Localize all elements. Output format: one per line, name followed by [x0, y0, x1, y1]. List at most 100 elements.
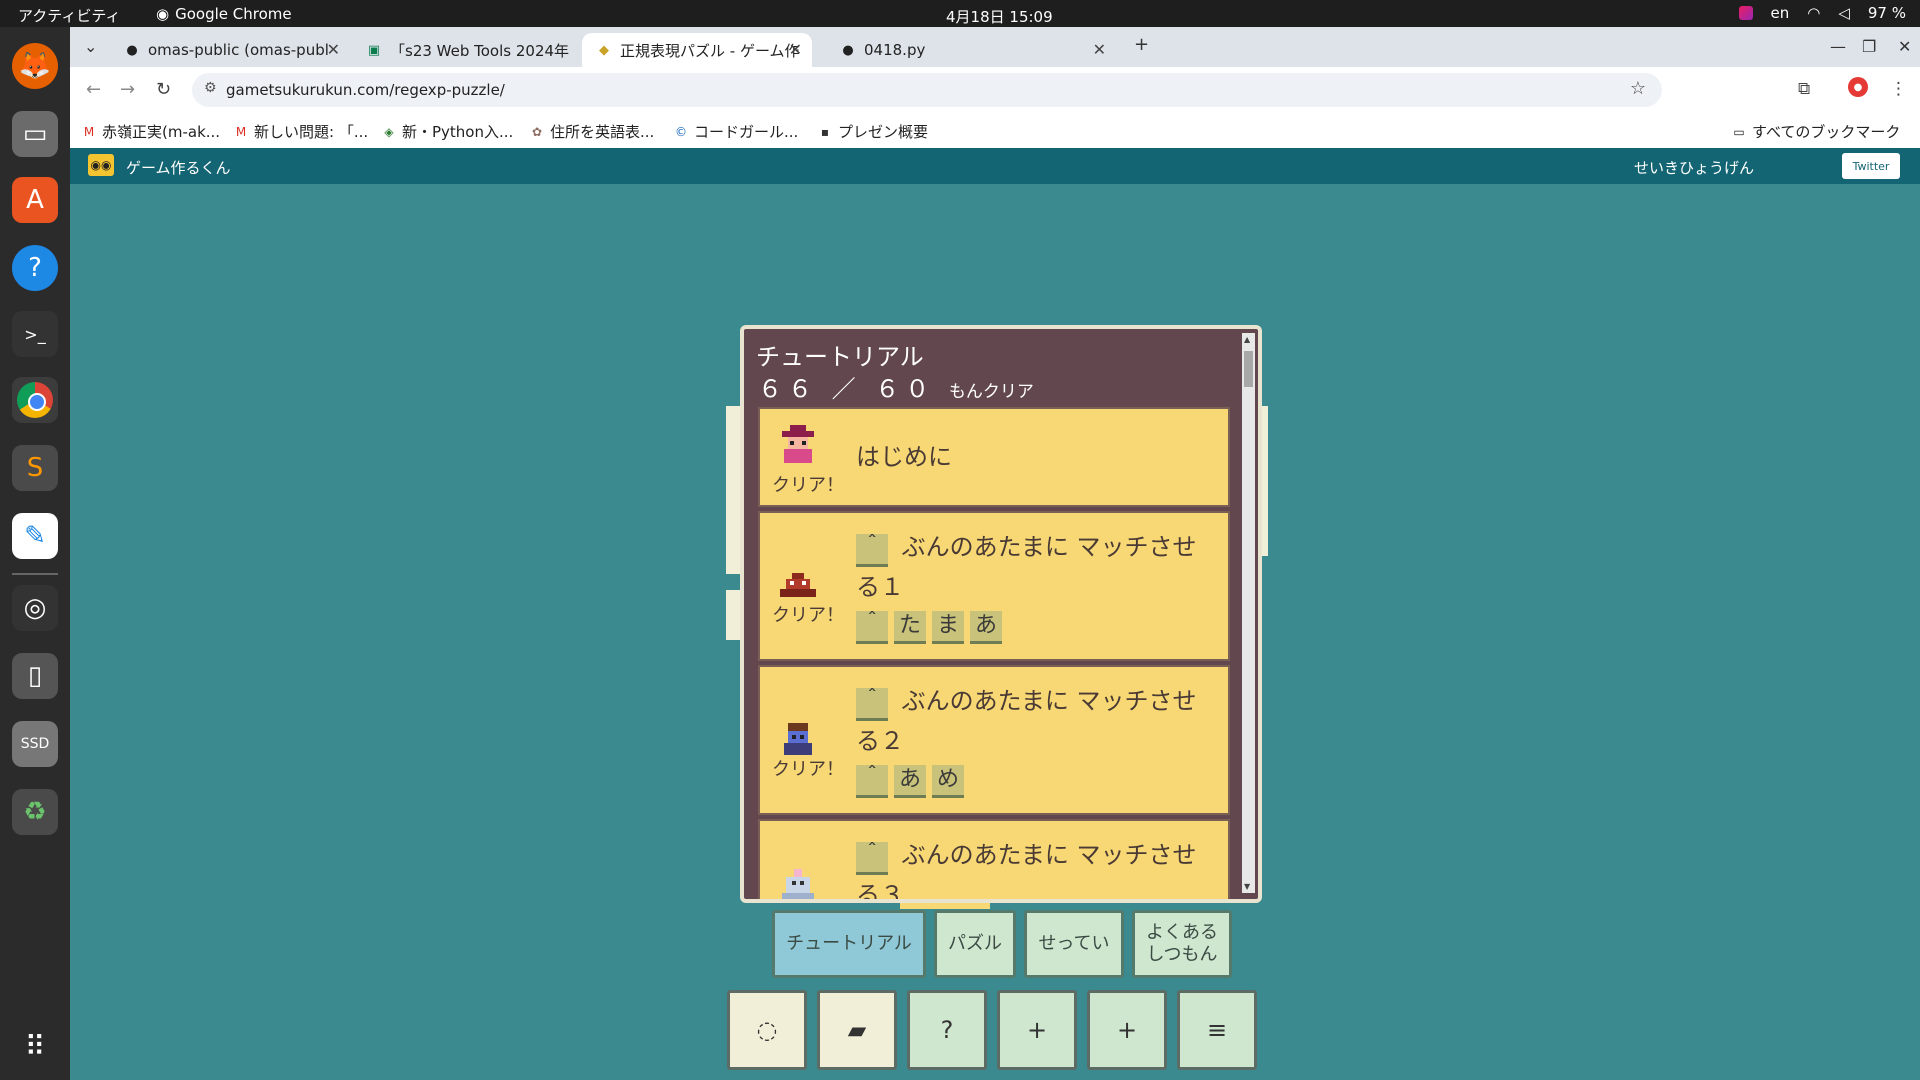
token: ＾ — [856, 842, 888, 875]
tutorial-button[interactable]: チュートリアル — [772, 910, 926, 978]
dock-separator — [12, 573, 58, 575]
tab-regexp-puzzle[interactable]: ◆ 正規表現パズル - ゲーム作 ✕ — [582, 33, 812, 67]
hint-button[interactable]: ? — [907, 990, 987, 1070]
scroll-thumb[interactable] — [1244, 351, 1253, 387]
restore-button[interactable]: ❐ — [1862, 37, 1876, 56]
firefox-icon[interactable]: 🦊 — [12, 43, 58, 89]
site-header: ◉◉ ゲーム作るくん せいきひょうげん Twitter — [70, 148, 1920, 184]
ssd-icon[interactable]: SSD — [12, 721, 58, 767]
battery-label: 97 % — [1867, 4, 1906, 22]
tutorial-dialog: チュートリアル ６６ ／ ６０ もんクリア クリア！ はじめに クリア！ ＾ ぶ… — [740, 325, 1262, 903]
scroll-down-icon[interactable]: ▼ — [1244, 882, 1250, 891]
new-tab-button[interactable]: + — [1134, 34, 1149, 55]
plus-icon: + — [1116, 1016, 1138, 1044]
back-button[interactable]: ← — [86, 79, 101, 100]
trash-icon[interactable]: ♻ — [12, 789, 58, 835]
puzzle-button[interactable]: パズル — [934, 910, 1016, 978]
token: あ — [894, 765, 926, 798]
tab-0418-py[interactable]: ● 0418.py ✕ — [826, 33, 1116, 67]
github-icon: ● — [126, 42, 138, 58]
faq-button[interactable]: よくある しつもん — [1132, 910, 1232, 978]
drive-icon[interactable]: ▯ — [12, 653, 58, 699]
game-frame-right — [1262, 406, 1268, 556]
app-name: Google Chrome — [175, 5, 292, 23]
activities-button[interactable]: アクティビティ — [18, 5, 120, 26]
hamburger-icon: ≡ — [1206, 1016, 1228, 1044]
clear-count-value: ６６ ／ ６０ — [758, 375, 936, 403]
settings-button[interactable]: せってい — [1024, 910, 1124, 978]
clock[interactable]: 4月18日 15:09 — [946, 6, 1053, 27]
app-grid-icon[interactable]: ⠿ — [12, 1023, 58, 1069]
bookmark-label: 住所を英語表... — [550, 123, 655, 141]
bookmarks-bar: M 赤嶺正実(m-ak... M 新しい問題: 「... ◈ 新・Python入...… — [70, 113, 1920, 148]
all-bookmarks[interactable]: ▭ すべてのブックマーク — [1732, 121, 1900, 142]
menu-icon[interactable]: ⋮ — [1890, 79, 1907, 99]
close-icon[interactable]: ✕ — [1093, 40, 1106, 59]
minimize-button[interactable]: — — [1830, 37, 1846, 56]
add-button-2[interactable]: + — [1087, 990, 1167, 1070]
text-editor-icon[interactable]: ✎ — [12, 513, 58, 559]
bookmark-label: 新しい問題: 「... — [254, 123, 369, 141]
bookmark-label: 新・Python入... — [402, 123, 514, 141]
indicator-icon — [1738, 6, 1753, 20]
token-row: ＾ あめ — [856, 765, 970, 798]
bookmark-5[interactable]: © コードガール... — [674, 121, 798, 142]
extensions-icon[interactable]: ⧉ — [1798, 79, 1810, 99]
all-bookmarks-label: すべてのブックマーク — [1752, 123, 1901, 141]
site-logo[interactable]: ◉◉ — [88, 154, 114, 176]
tab-omas-public[interactable]: ● omas-public (omas-publ ✕ — [110, 33, 350, 67]
token: た — [894, 611, 926, 644]
token: め — [932, 765, 964, 798]
language-indicator[interactable]: en — [1771, 4, 1790, 22]
add-button-1[interactable]: + — [997, 990, 1077, 1070]
regex-link[interactable]: せいきひょうげん — [1634, 157, 1754, 178]
github-icon: ● — [842, 42, 854, 58]
hamburger-button[interactable]: ≡ — [1177, 990, 1257, 1070]
bookmark-6[interactable]: ▪ プレゼン概要 — [818, 121, 928, 142]
game-frame-bottom — [900, 903, 990, 909]
chrome-icon[interactable] — [12, 377, 58, 423]
site-info-icon[interactable]: ⚙ — [204, 80, 217, 96]
bookmark-1[interactable]: M 赤嶺正実(m-ak... — [82, 121, 220, 142]
scroll-up-icon[interactable]: ▲ — [1244, 335, 1250, 344]
profile-avatar[interactable]: ● — [1848, 77, 1868, 97]
screenshot-icon[interactable]: ◎ — [12, 585, 58, 631]
help-icon[interactable]: ? — [12, 245, 58, 291]
folder-icon: ▭ — [1733, 124, 1745, 139]
site-name[interactable]: ゲーム作るくん — [126, 157, 231, 178]
tab-search-icon[interactable]: ⌄ — [84, 37, 97, 56]
tab-label: 0418.py — [864, 41, 926, 59]
bookmark-star-icon[interactable]: ☆ — [1630, 78, 1646, 99]
files-icon[interactable]: ▭ — [12, 111, 58, 157]
clear-label: クリア！ — [772, 605, 844, 626]
close-icon[interactable]: ✕ — [789, 40, 802, 59]
lock-button[interactable]: ▰ — [817, 990, 897, 1070]
lesson-card-2[interactable]: クリア！ ＾ ぶんのあたまに マッチさせる２ ＾ あめ — [758, 665, 1230, 815]
address-bar[interactable]: ⚙ gametsukurukun.com/regexp-puzzle/ ☆ — [192, 73, 1662, 107]
bookmark-3[interactable]: ◈ 新・Python入... — [382, 121, 513, 142]
spinner-button[interactable]: ◌ — [727, 990, 807, 1070]
terminal-icon[interactable]: >_ — [12, 311, 58, 357]
bookmark-2[interactable]: M 新しい問題: 「... — [234, 121, 368, 142]
bookmark-label: コードガール... — [694, 123, 799, 141]
lesson-card-intro[interactable]: クリア！ はじめに — [758, 407, 1230, 507]
sublime-icon[interactable]: S — [12, 445, 58, 491]
app-menu[interactable]: ◉ Google Chrome — [156, 5, 292, 23]
lesson-card-3[interactable]: ＾ ぶんのあたまに マッチさせる３ — [758, 819, 1230, 899]
reload-button[interactable]: ↻ — [156, 79, 171, 100]
globe-icon: ✿ — [531, 124, 543, 139]
twitter-button[interactable]: Twitter — [1842, 153, 1900, 179]
forward-button[interactable]: → — [120, 79, 135, 100]
app-center-icon[interactable]: A — [12, 177, 58, 223]
close-icon[interactable]: ✕ — [327, 40, 340, 59]
token: ＾ — [856, 534, 888, 567]
tab-label: 正規表現パズル - ゲーム作 — [620, 41, 800, 60]
close-window-button[interactable]: ✕ — [1898, 37, 1911, 56]
dialog-scrollbar[interactable]: ▲ ▼ — [1242, 333, 1255, 893]
lesson-title: ＾ ぶんのあたまに マッチさせる１ — [856, 527, 1216, 607]
lesson-card-1[interactable]: クリア！ ＾ ぶんのあたまに マッチさせる１ ＾ たまあ — [758, 511, 1230, 661]
bookmark-4[interactable]: ✿ 住所を英語表... — [530, 121, 654, 142]
system-tray[interactable]: en ◠ ◁ 97 % — [1738, 4, 1906, 22]
lesson-title: ＾ ぶんのあたまに マッチさせる３ — [856, 835, 1216, 899]
game-frame-left — [726, 406, 740, 574]
